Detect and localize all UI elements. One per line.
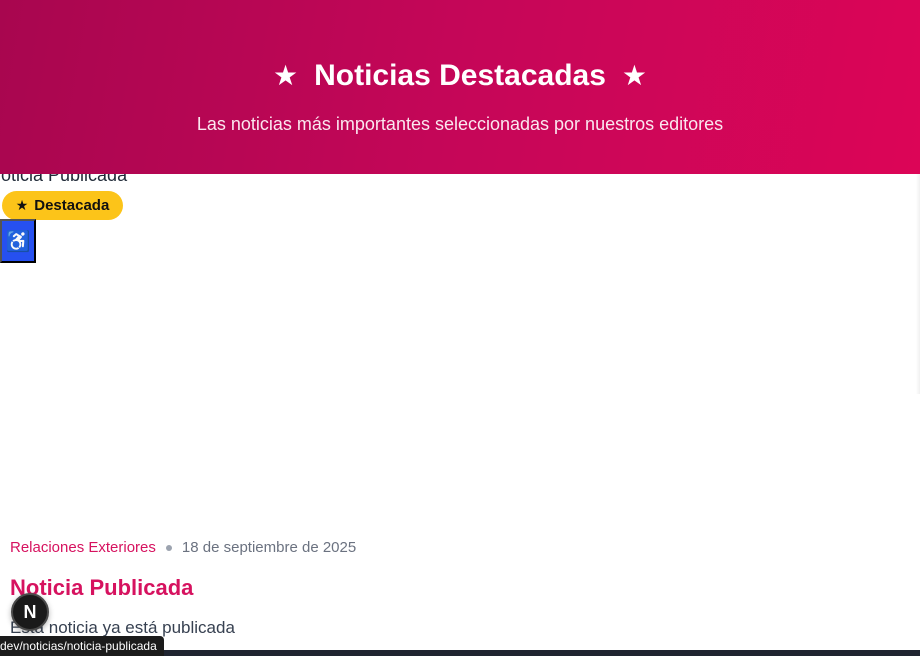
- meta-separator-dot: [165, 545, 172, 551]
- nextjs-logo-icon: N: [23, 601, 37, 622]
- accessibility-icon: ♿: [5, 230, 31, 253]
- star-icon: ★: [272, 60, 299, 91]
- featured-badge-label: Destacada: [34, 197, 110, 214]
- featured-hero: ★ Noticias Destacadas ★ Las noticias más…: [0, 0, 920, 174]
- hero-title-text: Noticias Destacadas: [314, 59, 606, 92]
- accessibility-button[interactable]: ♿: [0, 219, 36, 263]
- page: ★ Noticias Destacadas ★ Las noticias más…: [0, 0, 920, 656]
- star-icon: ★: [15, 197, 29, 213]
- article-date: 18 de septiembre de 2025: [181, 539, 357, 556]
- card-title-clipped[interactable]: Noticia Publicada: [0, 174, 140, 184]
- article-meta: Relaciones Exteriores 18 de septiembre d…: [10, 538, 356, 558]
- featured-badge: ★ Destacada: [2, 191, 123, 220]
- hero-subtitle: Las noticias más importantes seleccionad…: [196, 114, 724, 134]
- scroll-edge-shadow: [916, 174, 920, 394]
- browser-status-url: dev/noticias/noticia-publicada: [0, 636, 164, 656]
- hero-title: ★ Noticias Destacadas ★: [0, 58, 920, 94]
- star-icon: ★: [621, 60, 648, 91]
- nextjs-dev-indicator-button[interactable]: N: [11, 593, 49, 631]
- card-title-text: Noticia Publicada: [0, 174, 128, 184]
- article-category-link[interactable]: Relaciones Exteriores: [10, 538, 156, 558]
